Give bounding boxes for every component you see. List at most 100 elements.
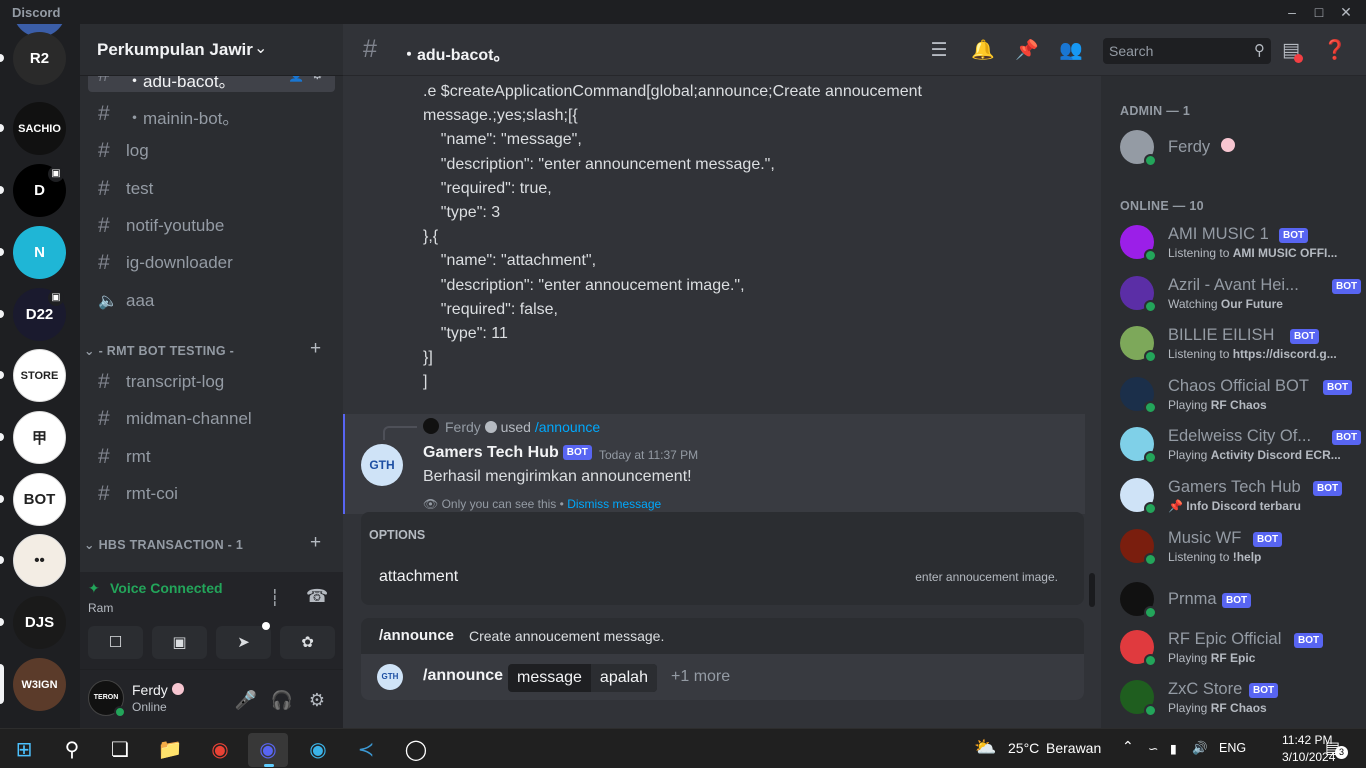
activity-rocket-button[interactable]: ➤ bbox=[216, 626, 271, 659]
member-item[interactable]: Chaos Official BOT BOT Playing RF Chaos bbox=[1109, 373, 1359, 419]
member-item[interactable]: RF Epic Official BOT Playing RF Epic bbox=[1109, 626, 1359, 672]
username[interactable]: Ferdy bbox=[132, 682, 168, 698]
channel-item-log[interactable]: # log bbox=[88, 134, 335, 168]
server-icon[interactable]: SACHIO bbox=[13, 102, 66, 155]
camera-off-button[interactable]: ☐ bbox=[88, 626, 143, 659]
chevron-up-icon[interactable]: ⌃ bbox=[1122, 738, 1134, 755]
search-input[interactable]: Search ⚲ bbox=[1103, 38, 1271, 64]
noise-suppression-icon[interactable]: ┆ bbox=[270, 588, 280, 608]
windows-start-icon[interactable]: ⊞ bbox=[4, 733, 44, 767]
edge-icon[interactable]: ◉ bbox=[298, 733, 338, 767]
voice-room[interactable]: Ram bbox=[88, 601, 113, 615]
screen-share-button[interactable]: ▣ bbox=[152, 626, 207, 659]
server-icon[interactable]: W3IGN bbox=[13, 658, 66, 711]
threads-icon[interactable]: ☰ bbox=[926, 38, 952, 64]
chrome-icon[interactable]: ◉ bbox=[200, 733, 240, 767]
channel-item-test[interactable]: # test bbox=[88, 172, 335, 206]
voice-status[interactable]: Voice Connected bbox=[110, 580, 223, 596]
search-icon[interactable]: ⚲ bbox=[52, 733, 92, 767]
microphone-icon[interactable]: 🎤 bbox=[232, 686, 260, 714]
add-channel-icon[interactable]: + bbox=[310, 532, 321, 554]
member-item[interactable]: Ferdy bbox=[1109, 126, 1359, 172]
member-item[interactable]: Gamers Tech Hub BOT 📌 Info Discord terbaru bbox=[1109, 474, 1359, 520]
hash-icon: # bbox=[98, 407, 110, 430]
member-item[interactable]: Music WF BOT Listening to !help bbox=[1109, 525, 1359, 571]
input-command[interactable]: /announce bbox=[423, 667, 503, 685]
online-status-dot bbox=[1144, 401, 1157, 414]
avatar[interactable]: GTH bbox=[361, 444, 403, 486]
weather-icon[interactable]: ⛅ bbox=[974, 737, 996, 758]
disconnect-icon[interactable]: ☎ bbox=[306, 586, 328, 607]
discord-icon[interactable]: ◉ bbox=[248, 733, 288, 767]
help-icon[interactable]: ❓ bbox=[1322, 38, 1348, 64]
server-icon[interactable]: STORE bbox=[13, 349, 66, 402]
option-chip[interactable]: message apalah bbox=[508, 664, 657, 692]
member-item[interactable]: Edelweiss City Of... BOT Playing Activity … bbox=[1109, 423, 1362, 469]
volume-icon[interactable]: 🔊 bbox=[1192, 741, 1208, 756]
reply-command[interactable]: /announce bbox=[535, 419, 600, 435]
language-indicator[interactable]: ENG bbox=[1219, 741, 1246, 755]
channel-name: ig-downloader bbox=[126, 253, 233, 272]
members-icon[interactable]: 👥 bbox=[1058, 38, 1084, 64]
file-explorer-icon[interactable]: 📁 bbox=[150, 733, 190, 767]
add-channel-icon[interactable]: + bbox=[310, 338, 321, 360]
soundboard-button[interactable]: ✿ bbox=[280, 626, 335, 659]
code-message: .e $createApplicationCommand[global;anno… bbox=[423, 80, 1043, 395]
headphones-icon[interactable]: 🎧 bbox=[268, 686, 296, 714]
obs-icon[interactable]: ◯ bbox=[396, 733, 436, 767]
option-value[interactable]: apalah bbox=[590, 664, 657, 692]
channel-item-rmt-coi[interactable]: # rmt-coi bbox=[88, 477, 335, 511]
member-name: BILLIE EILISH bbox=[1168, 326, 1275, 344]
server-icon[interactable]: DJS bbox=[13, 596, 66, 649]
chevron-down-icon[interactable]: ⌄ bbox=[254, 38, 267, 58]
server-icon[interactable]: BOT bbox=[13, 473, 66, 526]
member-item[interactable]: Azril - Avant Hei... BOT Watching Our Futu… bbox=[1109, 272, 1362, 318]
member-item[interactable]: Prnma BOT bbox=[1109, 578, 1359, 624]
task-view-icon[interactable]: ❏ bbox=[100, 733, 140, 767]
channel-item-mainin-bot[interactable]: # ・mainin-bot。 bbox=[88, 97, 335, 131]
minimize-icon[interactable]: – bbox=[1280, 0, 1304, 24]
wifi-icon[interactable]: ∽ bbox=[1148, 741, 1158, 756]
channel-item-rmt[interactable]: # rmt bbox=[88, 440, 335, 474]
bell-icon[interactable]: 🔔 bbox=[970, 38, 996, 64]
inbox-alert-dot bbox=[1294, 54, 1303, 63]
code-line: "description": "enter annoucement image.… bbox=[423, 276, 745, 294]
category-hbs-transaction[interactable]: ⌄ HBS TRANSACTION - 1 + bbox=[84, 532, 321, 553]
dismiss-message-link[interactable]: Dismiss message bbox=[567, 497, 661, 511]
unread-pill bbox=[0, 371, 4, 379]
chevron-down-icon: ⌄ bbox=[84, 344, 95, 358]
bot-avatar: GTH bbox=[377, 664, 403, 690]
member-item[interactable]: AMI MUSIC 1 BOT Listening to AMI MUSIC OFF… bbox=[1109, 221, 1359, 267]
weather-temp[interactable]: 25°C bbox=[1008, 740, 1039, 756]
gear-icon[interactable]: ⚙ bbox=[303, 686, 331, 714]
channel-item-ig-downloader[interactable]: # ig-downloader bbox=[88, 246, 335, 280]
server-icon[interactable]: 甲 bbox=[13, 411, 66, 464]
server-icon[interactable]: N bbox=[13, 226, 66, 279]
pin-icon[interactable]: 📌 bbox=[1014, 38, 1040, 64]
signal-icon[interactable]: ✦ bbox=[88, 580, 100, 597]
battery-icon[interactable]: ▮ bbox=[1170, 741, 1177, 756]
server-header[interactable]: Perkumpulan Jawir ⌄ bbox=[80, 24, 343, 76]
reply-line[interactable]: Ferdy used /announce bbox=[425, 419, 600, 435]
vscode-icon[interactable]: ≺ bbox=[346, 733, 386, 767]
notification-count: 3 bbox=[1335, 746, 1348, 759]
server-icon[interactable]: •• bbox=[13, 534, 66, 587]
channel-name: aaa bbox=[126, 291, 155, 310]
channel-item-aaa[interactable]: 🔈 aaa bbox=[88, 284, 335, 318]
member-item[interactable]: BILLIE EILISH BOT Listening to https://dis… bbox=[1109, 322, 1359, 368]
message-input[interactable]: GTH /announce message apalah +1 more bbox=[361, 654, 1084, 700]
more-options[interactable]: +1 more bbox=[671, 668, 730, 686]
server-icon[interactable]: R2 bbox=[13, 32, 66, 85]
weather-text[interactable]: Berawan bbox=[1046, 740, 1101, 756]
maximize-icon[interactable]: □ bbox=[1307, 0, 1331, 24]
close-icon[interactable]: ✕ bbox=[1334, 0, 1358, 24]
category-rmt-bot-testing[interactable]: ⌄ - RMT BOT TESTING - + bbox=[84, 338, 321, 359]
channel-item-transcript-log[interactable]: # transcript-log bbox=[88, 365, 335, 399]
option-attachment[interactable]: attachment bbox=[379, 568, 458, 586]
message-author[interactable]: Gamers Tech Hub BOT bbox=[423, 444, 592, 462]
scrollbar[interactable] bbox=[1089, 573, 1095, 607]
channel-item-notif-youtube[interactable]: # notif-youtube bbox=[88, 209, 335, 243]
reply-user[interactable]: Ferdy bbox=[445, 419, 481, 435]
channel-item-midman-channel[interactable]: # midman-channel bbox=[88, 402, 335, 436]
member-item[interactable]: ZxC Store BOT Playing RF Chaos bbox=[1109, 676, 1359, 722]
